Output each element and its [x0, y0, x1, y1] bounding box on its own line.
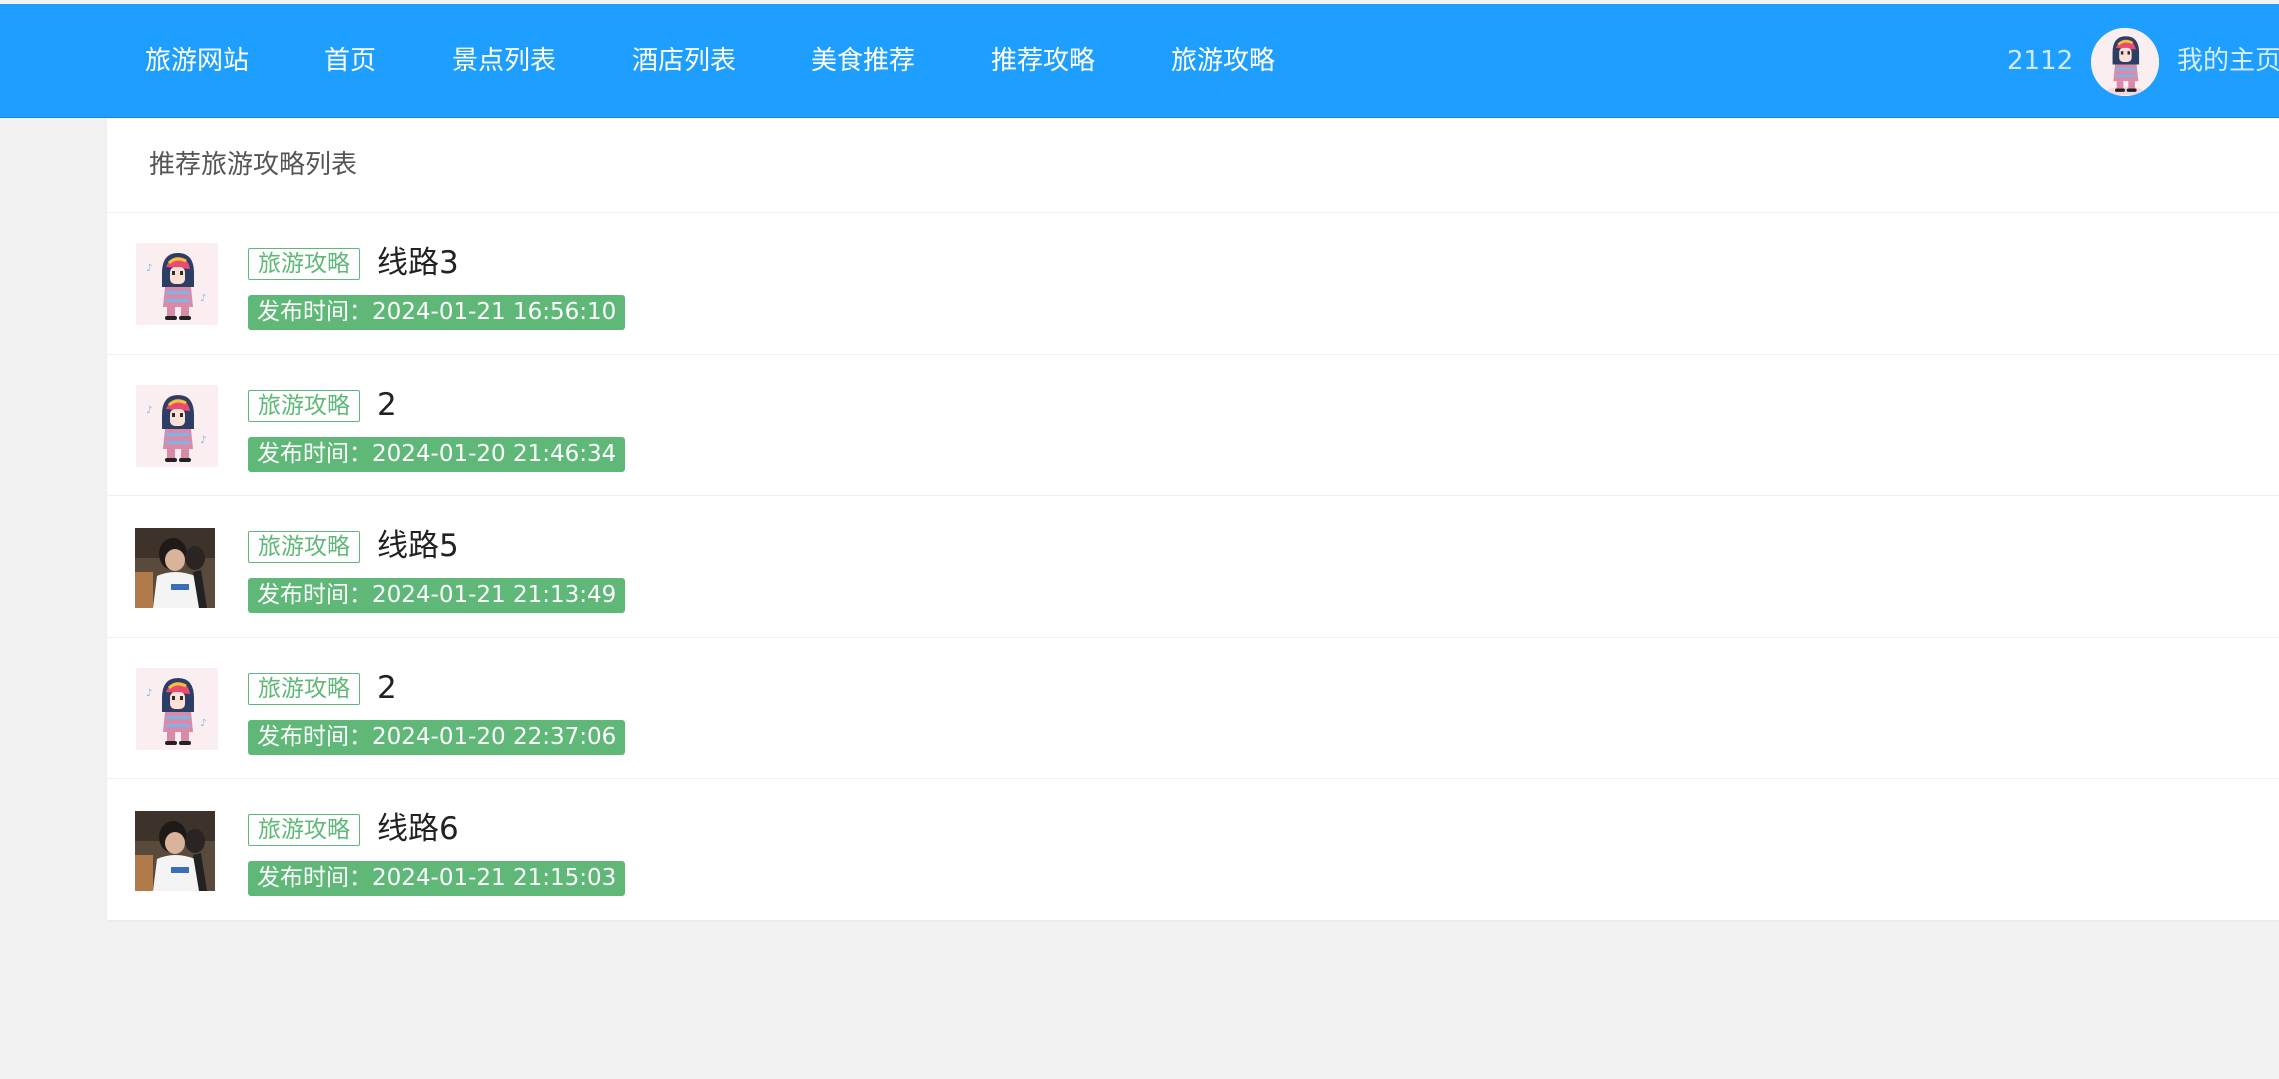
guide-title[interactable]: 线路6 [377, 805, 459, 853]
svg-text:♪: ♪ [200, 293, 206, 304]
cartoon-avatar-icon[interactable]: ♪ ♪ [136, 384, 218, 467]
category-tag: 旅游攻略 [248, 814, 360, 846]
publish-time-badge: 发布时间：2024-01-21 16:56:10 [248, 295, 626, 330]
user-avatar[interactable] [2091, 28, 2159, 96]
category-tag: 旅游攻略 [248, 248, 360, 280]
top-nav-bar: 旅游网站 首页 景点列表 酒店列表 美食推荐 推荐攻略 旅游攻略 2112 我的… [0, 4, 2279, 118]
nav-brand-link[interactable]: 旅游网站 [145, 4, 249, 118]
cartoon-avatar-icon[interactable]: ♪ ♪ [136, 243, 218, 325]
publish-time-badge: 发布时间：2024-01-21 21:15:03 [248, 861, 626, 896]
nav-item-food[interactable]: 美食推荐 [811, 4, 915, 118]
svg-text:♪: ♪ [146, 263, 152, 274]
list-item[interactable]: 旅游攻略 线路6 发布时间：2024-01-21 21:15:03 [107, 779, 2279, 921]
publish-time-badge: 发布时间：2024-01-20 21:46:34 [248, 436, 626, 472]
photo-avatar-icon[interactable] [135, 811, 215, 891]
svg-text:♪: ♪ [200, 435, 206, 446]
list-item[interactable]: ♪ ♪ 旅游攻略 线路3 发布时间：2024-01-21 16:56:10 [107, 213, 2279, 355]
publish-time-badge: 发布时间：2024-01-20 22:37:06 [248, 719, 626, 755]
nav-item-home[interactable]: 首页 [324, 4, 376, 118]
nav-item-attractions[interactable]: 景点列表 [452, 4, 556, 118]
category-tag: 旅游攻略 [248, 531, 360, 563]
photo-avatar-icon[interactable] [135, 528, 215, 608]
list-item[interactable]: ♪ ♪ 旅游攻略 2 发布时间：2024-01-20 21:46:34 [107, 355, 2279, 496]
guide-title[interactable]: 2 [377, 381, 397, 429]
svg-text:♪: ♪ [200, 718, 206, 729]
svg-text:♪: ♪ [146, 405, 152, 416]
cartoon-avatar-icon[interactable]: ♪ ♪ [136, 667, 218, 750]
nav-item-hotels[interactable]: 酒店列表 [632, 4, 736, 118]
my-home-link[interactable]: 我的主页 [2177, 4, 2279, 118]
nav-item-travel-guides[interactable]: 旅游攻略 [1171, 4, 1275, 118]
guide-list-panel: 推荐旅游攻略列表 ♪ ♪ 旅游攻略 线路3 发布时间：2024-01-21 16… [107, 118, 2279, 920]
category-tag: 旅游攻略 [248, 389, 360, 422]
cartoon-avatar-icon [2091, 28, 2159, 96]
guide-title[interactable]: 线路5 [377, 522, 459, 570]
guide-title[interactable]: 2 [377, 664, 397, 712]
svg-text:♪: ♪ [146, 688, 152, 699]
list-item[interactable]: 旅游攻略 线路5 发布时间：2024-01-21 21:13:49 [107, 496, 2279, 638]
list-item[interactable]: ♪ ♪ 旅游攻略 2 发布时间：2024-01-20 22:37:06 [107, 638, 2279, 779]
category-tag: 旅游攻略 [248, 672, 360, 705]
panel-title: 推荐旅游攻略列表 [107, 118, 2279, 213]
nav-item-recommended-guides[interactable]: 推荐攻略 [991, 4, 1095, 118]
username-label[interactable]: 2112 [2007, 4, 2073, 118]
publish-time-badge: 发布时间：2024-01-21 21:13:49 [248, 578, 626, 613]
guide-title[interactable]: 线路3 [377, 239, 459, 287]
